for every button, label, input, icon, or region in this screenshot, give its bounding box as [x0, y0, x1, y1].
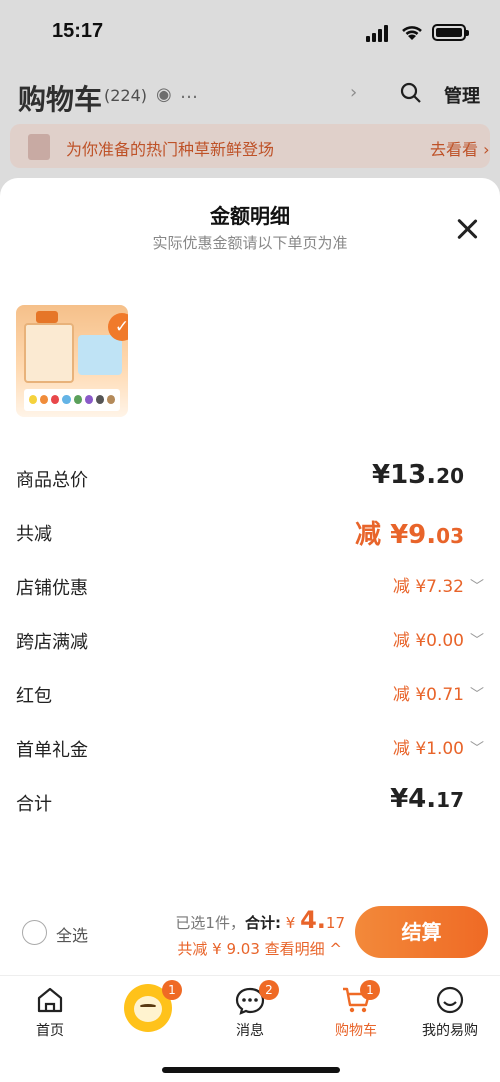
row-total-discount: 共减 减 ¥9.03 — [16, 516, 484, 552]
product-image-badge — [36, 311, 58, 323]
total-discount-int: 减 ¥9. — [355, 520, 437, 550]
row-grand-total: 合计 ¥4.17 — [16, 784, 484, 822]
chevron-down-icon[interactable]: ﹀ — [470, 738, 484, 758]
checkout-discount: 共减 ¥ 9.03 — [177, 940, 260, 958]
row-label: 跨店满减 — [16, 632, 88, 653]
total-discount-dec: 03 — [436, 524, 464, 548]
chevron-down-icon[interactable]: ﹀ — [470, 684, 484, 704]
product-image-swatches — [24, 389, 120, 411]
currency-symbol: ¥ — [285, 914, 296, 932]
total-price-int: ¥13. — [372, 460, 437, 490]
checkout-total-dec: 17 — [325, 914, 345, 932]
checkout-discount-line[interactable]: 共减 ¥ 9.03 查看明细 ^ — [177, 938, 342, 959]
checkmark-icon: ✓ — [108, 313, 128, 341]
row-label: 红包 — [16, 686, 52, 707]
selected-count: 已选1件， — [175, 914, 245, 932]
sheet-subtitle: 实际优惠金额请以下单页为准 — [152, 234, 348, 252]
total-label: 合计: — [244, 914, 281, 932]
row-red-packet[interactable]: 红包 减 ¥0.71 ﹀ — [16, 678, 484, 714]
row-label: 商品总价 — [16, 470, 88, 491]
grand-total-int: ¥4. — [390, 784, 437, 814]
tab-cart-label: 购物车 — [335, 1023, 377, 1039]
chevron-down-icon[interactable]: ﹀ — [470, 576, 484, 596]
row-label: 合计 — [16, 794, 52, 815]
bottom-tab-bar: 首页 1 消息 2 购物车 1 我的易购 — [0, 975, 500, 1082]
tab-mine[interactable]: 我的易购 — [410, 984, 490, 1040]
cart-badge: 1 — [360, 980, 380, 1000]
tab-cart[interactable]: 购物车 — [316, 984, 396, 1040]
tab-mine-label: 我的易购 — [422, 1023, 478, 1039]
row-total-price: 商品总价 ¥13.20 — [16, 460, 484, 498]
row-label: 首单礼金 — [16, 740, 88, 761]
row-label: 店铺优惠 — [16, 578, 88, 599]
row-store-discount[interactable]: 店铺优惠 减 ¥7.32 ﹀ — [16, 570, 484, 606]
select-all-checkbox[interactable] — [22, 920, 47, 945]
home-indicator — [162, 1067, 340, 1073]
first-order-gift-value: 减 ¥1.00 — [392, 739, 464, 759]
grand-total-value: ¥4.17 — [390, 784, 464, 814]
store-discount-value: 减 ¥7.32 — [392, 577, 464, 597]
total-price-dec: 20 — [436, 464, 464, 488]
product-image-box — [24, 323, 74, 383]
product-image-pack — [78, 335, 122, 375]
view-detail-toggle[interactable]: 查看明细 ^ — [265, 940, 342, 958]
checkout-summary: 已选1件，合计: ¥ 4.17 — [175, 906, 345, 934]
product-thumbnail[interactable]: ✓ — [16, 305, 128, 417]
row-label: 共减 — [16, 524, 52, 545]
tab-home[interactable]: 首页 — [10, 984, 90, 1040]
row-cross-store-discount[interactable]: 跨店满减 减 ¥0.00 ﹀ — [16, 624, 484, 660]
messages-badge: 2 — [259, 980, 279, 1000]
tab-messages-label: 消息 — [236, 1023, 264, 1039]
chevron-down-icon[interactable]: ﹀ — [470, 630, 484, 650]
total-price-value: ¥13.20 — [372, 460, 464, 490]
cross-store-discount-value: 减 ¥0.00 — [392, 631, 464, 651]
checkout-total-int: 4. — [300, 906, 326, 934]
red-packet-value: 减 ¥0.71 — [392, 685, 464, 705]
mascot-badge: 1 — [162, 980, 182, 1000]
checkout-total: ¥ 4.17 — [285, 906, 345, 934]
select-all-label[interactable]: 全选 — [56, 922, 88, 946]
tab-home-label: 首页 — [36, 1023, 64, 1039]
close-icon[interactable] — [452, 214, 482, 244]
profile-face-icon — [436, 986, 464, 1014]
sheet-title: 金额明细 — [210, 204, 290, 228]
grand-total-dec: 17 — [436, 788, 464, 812]
home-icon — [37, 987, 63, 1013]
checkout-button[interactable]: 结算 — [355, 906, 488, 958]
total-discount-value: 减 ¥9.03 — [355, 514, 464, 551]
row-first-order-gift[interactable]: 首单礼金 减 ¥1.00 ﹀ — [16, 732, 484, 768]
